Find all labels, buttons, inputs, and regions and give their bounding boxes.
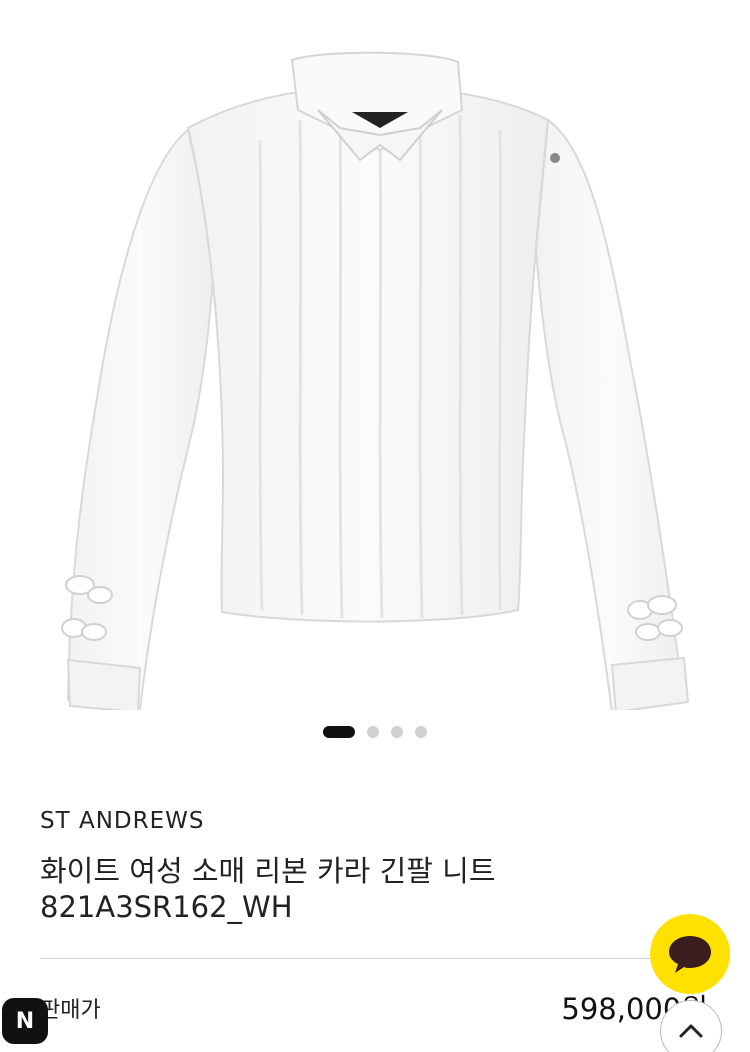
brand-name[interactable]: ST ANDREWS (40, 808, 204, 834)
carousel-indicator (0, 726, 750, 738)
price-label: 판매가 (40, 998, 101, 1023)
product-code: 821A3SR162_WH (40, 890, 293, 924)
carousel-dot-2[interactable] (367, 726, 379, 738)
carousel-dot-3[interactable] (391, 726, 403, 738)
chat-bubble-icon (669, 936, 711, 973)
product-detail-page: ST ANDREWS 화이트 여성 소매 리본 카라 긴팔 니트 821A3SR… (0, 0, 750, 1052)
product-title: 화이트 여성 소매 리본 카라 긴팔 니트 (40, 854, 496, 888)
naver-n-icon[interactable]: N (2, 998, 48, 1044)
kakao-chat-button[interactable] (650, 914, 730, 994)
carousel-dot-1[interactable] (323, 726, 355, 738)
chevron-up-icon (679, 1024, 703, 1038)
product-image[interactable] (0, 0, 750, 710)
divider (40, 958, 710, 959)
scroll-top-button[interactable] (660, 1000, 722, 1052)
carousel-dot-4[interactable] (415, 726, 427, 738)
sweater-illustration (61, 51, 690, 710)
